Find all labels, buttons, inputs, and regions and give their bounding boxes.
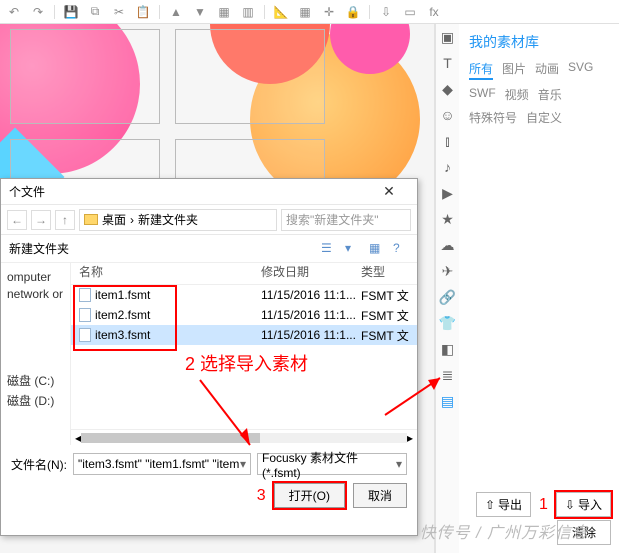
- tool-strip: ▣ T ◆ ☺ ⫾ ♪ ▶ ★ ☁ ✈ 🔗 👕 ◧ ≣ ▤: [435, 24, 459, 553]
- grid-icon[interactable]: ▦: [297, 4, 313, 20]
- material-panel: 我的素材库 所有 图片 动画 SVG SWF 视频 音乐 特殊符号 自定义: [459, 24, 619, 553]
- ungroup-icon[interactable]: ▥: [240, 4, 256, 20]
- snap-icon[interactable]: ✛: [321, 4, 337, 20]
- import-button[interactable]: ⇩导入: [556, 492, 611, 517]
- scroll-right-icon[interactable]: ▸: [407, 431, 413, 445]
- text-icon[interactable]: T: [439, 54, 457, 72]
- view-list-icon[interactable]: ☰: [321, 241, 337, 257]
- side-item[interactable]: omputer: [7, 270, 64, 284]
- music-icon[interactable]: ♪: [439, 158, 457, 176]
- cancel-button[interactable]: 取消: [353, 483, 407, 508]
- annotation-num-3: 3: [257, 487, 266, 505]
- col-date[interactable]: 修改日期: [261, 263, 361, 284]
- nav-back-icon[interactable]: ←: [7, 210, 27, 230]
- bring-forward-icon[interactable]: ▲: [168, 4, 184, 20]
- export-button[interactable]: ⇧导出: [476, 492, 531, 517]
- file-type: FSMT 文: [361, 287, 417, 304]
- export-label: 导出: [498, 496, 522, 513]
- file-date: 11/15/2016 11:1...: [261, 308, 361, 322]
- import-label: 导入: [578, 496, 602, 513]
- undo-icon[interactable]: ↶: [6, 4, 22, 20]
- side-item[interactable]: network or: [7, 287, 64, 301]
- tab-video[interactable]: 视频: [505, 86, 529, 103]
- tab-all[interactable]: 所有: [469, 60, 493, 80]
- tab-image[interactable]: 图片: [502, 60, 526, 80]
- filename-label: 文件名(N):: [11, 456, 67, 473]
- import-icon: ⇩: [565, 498, 575, 512]
- icon-lib-icon[interactable]: ☺: [439, 106, 457, 124]
- view-details-icon[interactable]: ▦: [369, 241, 385, 257]
- annotation-box-files: [73, 285, 177, 351]
- annotation-arrow-right: [380, 370, 460, 430]
- crumb-2[interactable]: 新建文件夹: [138, 211, 198, 228]
- video-icon[interactable]: ▶: [439, 184, 457, 202]
- tab-swf[interactable]: SWF: [469, 86, 496, 103]
- panel-title: 我的素材库: [469, 32, 609, 52]
- nav-up-icon[interactable]: ↑: [55, 210, 75, 230]
- import-icon[interactable]: ⇩: [378, 4, 394, 20]
- copy-icon[interactable]: ⧉: [87, 4, 103, 20]
- top-toolbar: ↶ ↷ 💾 ⧉ ✂ 📋 ▲ ▼ ▦ ▥ 📐 ▦ ✛ 🔒 ⇩ ▭ fx: [0, 0, 619, 24]
- filter-value: Focusky 素材文件(*.fsmt): [262, 449, 396, 480]
- dialog-nav: ← → ↑ 桌面 › 新建文件夹 搜索"新建文件夹": [1, 205, 417, 235]
- search-placeholder: 搜索"新建文件夹": [286, 211, 379, 228]
- tab-special[interactable]: 特殊符号: [469, 109, 517, 126]
- dialog-title: 个文件: [9, 183, 369, 200]
- side-item[interactable]: 磁盘 (C:): [7, 372, 64, 389]
- chevron-right-icon: ›: [130, 213, 134, 227]
- cube-icon[interactable]: ◧: [439, 340, 457, 358]
- tab-custom[interactable]: 自定义: [526, 109, 562, 126]
- side-item[interactable]: 磁盘 (D:): [7, 392, 64, 409]
- star-icon[interactable]: ★: [439, 210, 457, 228]
- file-date: 11/15/2016 11:1...: [261, 288, 361, 302]
- export-icon: ⇧: [485, 498, 495, 512]
- new-folder-button[interactable]: 新建文件夹: [9, 240, 69, 257]
- image-icon[interactable]: ▣: [439, 28, 457, 46]
- dialog-toolbar: 新建文件夹 ☰ ▾ ▦ ?: [1, 235, 417, 263]
- close-icon[interactable]: ✕: [369, 183, 409, 200]
- cut-icon[interactable]: ✂: [111, 4, 127, 20]
- lock-icon[interactable]: 🔒: [345, 4, 361, 20]
- shape-icon[interactable]: ◆: [439, 80, 457, 98]
- nav-fwd-icon[interactable]: →: [31, 210, 51, 230]
- panel-tabs: 所有 图片 动画 SVG SWF 视频 音乐 特殊符号 自定义: [469, 60, 609, 126]
- clear-row: 清除: [557, 520, 611, 545]
- dialog-titlebar: 个文件 ✕: [1, 179, 417, 205]
- ruler-icon[interactable]: 📐: [273, 4, 289, 20]
- annotation-num-1: 1: [539, 496, 548, 514]
- list-header: 名称 修改日期 类型: [71, 263, 417, 285]
- file-type: FSMT 文: [361, 307, 417, 324]
- open-button[interactable]: 打开(O): [274, 483, 345, 508]
- tab-anim[interactable]: 动画: [535, 60, 559, 80]
- redo-icon[interactable]: ↷: [30, 4, 46, 20]
- col-name[interactable]: 名称: [71, 263, 261, 284]
- cloud-down-icon[interactable]: ☁: [439, 236, 457, 254]
- link-icon[interactable]: 🔗: [439, 288, 457, 306]
- col-type[interactable]: 类型: [361, 263, 417, 284]
- annotation-arrow-down: [180, 370, 280, 470]
- breadcrumb[interactable]: 桌面 › 新建文件夹: [79, 209, 277, 231]
- crumb-1[interactable]: 桌面: [102, 211, 126, 228]
- send-back-icon[interactable]: ▼: [192, 4, 208, 20]
- chart-icon[interactable]: ⫾: [439, 132, 457, 150]
- template-icon[interactable]: ▭: [402, 4, 418, 20]
- paste-icon[interactable]: 📋: [135, 4, 151, 20]
- tab-svg[interactable]: SVG: [568, 60, 593, 80]
- chevron-down-icon[interactable]: ▾: [396, 457, 402, 471]
- shirt-icon[interactable]: 👕: [439, 314, 457, 332]
- group-icon[interactable]: ▦: [216, 4, 232, 20]
- save-icon[interactable]: 💾: [63, 4, 79, 20]
- search-input[interactable]: 搜索"新建文件夹": [281, 209, 411, 231]
- dialog-sidebar: omputer network or 磁盘 (C:) 磁盘 (D:): [1, 263, 71, 445]
- view-dropdown-icon[interactable]: ▾: [345, 241, 361, 257]
- tab-music[interactable]: 音乐: [538, 86, 562, 103]
- plane-icon[interactable]: ✈: [439, 262, 457, 280]
- fx-icon[interactable]: fx: [426, 4, 442, 20]
- clear-button[interactable]: 清除: [557, 520, 611, 545]
- panel-buttons: ⇧导出 1 ⇩导入: [476, 492, 611, 517]
- file-date: 11/15/2016 11:1...: [261, 328, 361, 342]
- file-type: FSMT 文: [361, 327, 417, 344]
- help-icon[interactable]: ?: [393, 241, 409, 257]
- folder-icon: [84, 214, 98, 225]
